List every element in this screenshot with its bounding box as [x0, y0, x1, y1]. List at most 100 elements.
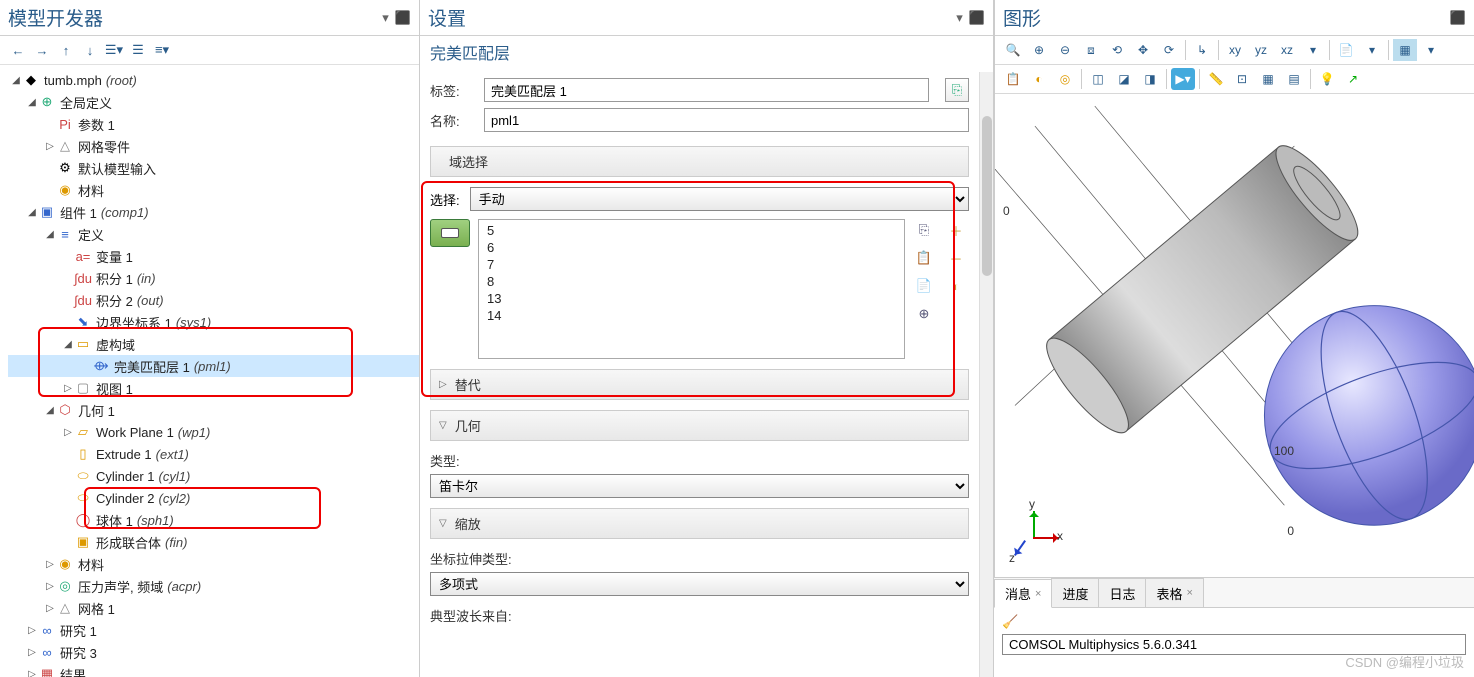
zoom-box-button[interactable]: ⧈ — [1079, 39, 1103, 61]
clip-dd-button[interactable]: ▾ — [1419, 39, 1443, 61]
tree-cyl1[interactable]: ⬭Cylinder 1(cyl1) — [8, 465, 419, 487]
sort-button[interactable]: ≡▾ — [152, 40, 172, 60]
tree-meshparts[interactable]: ▷△网格零件 — [8, 135, 419, 157]
tree-ext1[interactable]: ▯Extrude 1(ext1) — [8, 443, 419, 465]
close-icon[interactable]: × — [1035, 588, 1041, 600]
sel-list-button[interactable]: 📋 — [1001, 68, 1025, 90]
play-button[interactable]: ▶▾ — [1171, 68, 1195, 90]
xy-view-button[interactable]: xy — [1223, 39, 1247, 61]
tree-global[interactable]: ◢⊕全局定义 — [8, 91, 419, 113]
nav-fwd-button[interactable]: → — [32, 40, 52, 60]
nav-down-button[interactable]: ↓ — [80, 40, 100, 60]
tab-progress[interactable]: 进度 — [1051, 578, 1099, 607]
paste-button[interactable]: 📋 — [913, 247, 935, 269]
tree-study1[interactable]: ▷∞研究 1 — [8, 619, 419, 641]
toggle-button[interactable]: ◐ — [945, 275, 967, 297]
pin-icon[interactable]: ⬛ — [1450, 10, 1466, 26]
remove-button[interactable]: － — [945, 247, 967, 269]
pin-icon[interactable]: ⬛ — [969, 10, 985, 26]
tree-params[interactable]: Pi参数 1 — [8, 113, 419, 135]
grid-button[interactable]: ▦ — [1256, 68, 1280, 90]
sel-all-button[interactable]: ◎ — [1053, 68, 1077, 90]
axes-button[interactable]: ▤ — [1282, 68, 1306, 90]
save-img-button[interactable]: 📄 — [1334, 39, 1358, 61]
pan-button[interactable]: ✥ — [1131, 39, 1155, 61]
tree-geom[interactable]: ◢⬡几何 1 — [8, 399, 419, 421]
section-override[interactable]: ▷ 替代 — [430, 369, 969, 400]
xz-view-button[interactable]: xz — [1275, 39, 1299, 61]
trans-button[interactable]: ◨ — [1138, 68, 1162, 90]
tree-comp1[interactable]: ◢▣组件 1(comp1) — [8, 201, 419, 223]
view-dd-button[interactable]: ▾ — [1301, 39, 1325, 61]
copy-button[interactable]: ⎘ — [913, 219, 935, 241]
tree-mesh1[interactable]: ▷△网格 1 — [8, 597, 419, 619]
tree-acpr[interactable]: ▷◎压力声学, 频域(acpr) — [8, 575, 419, 597]
measure-button[interactable]: 📏 — [1204, 68, 1228, 90]
section-scale[interactable]: ▽ 缩放 — [430, 508, 969, 539]
tree-root[interactable]: ◢◆tumb.mph(root) — [8, 69, 419, 91]
snap-button[interactable]: ⊡ — [1230, 68, 1254, 90]
list-item[interactable]: 14 — [483, 307, 900, 324]
list-item[interactable]: 13 — [483, 290, 900, 307]
list-item[interactable]: 8 — [483, 273, 900, 290]
tree-pml1[interactable]: ⟴完美匹配层 1(pml1) — [8, 355, 419, 377]
stretch-select[interactable]: 多项式 — [430, 572, 969, 596]
hide-button[interactable]: ◫ — [1086, 68, 1110, 90]
broom-icon[interactable]: 🧹 — [1002, 614, 1466, 630]
nav-back-button[interactable]: ← — [8, 40, 28, 60]
active-toggle-button[interactable] — [430, 219, 470, 247]
tree-wp1[interactable]: ▷▱Work Plane 1(wp1) — [8, 421, 419, 443]
minimize-icon[interactable]: ▾ — [956, 10, 963, 26]
section-geom[interactable]: ▽ 几何 — [430, 410, 969, 441]
go-button[interactable]: ↳ — [1190, 39, 1214, 61]
name-input[interactable] — [484, 108, 969, 132]
close-icon[interactable]: × — [1187, 587, 1193, 599]
tree-virtual[interactable]: ◢▭虚构域 — [8, 333, 419, 355]
label-input[interactable] — [484, 78, 929, 102]
tree-var1[interactable]: a=变量 1 — [8, 245, 419, 267]
tree-results[interactable]: ▷▦结果 — [8, 663, 419, 677]
collapse-button[interactable]: ☰▾ — [104, 40, 124, 60]
reset-button[interactable]: ⟲ — [1105, 39, 1129, 61]
section-domain[interactable]: 域选择 — [430, 146, 969, 177]
nav-up-button[interactable]: ↑ — [56, 40, 76, 60]
sel-toggle-button[interactable]: ◐ — [1027, 68, 1051, 90]
model-tree[interactable]: ◢◆tumb.mph(root) ◢⊕全局定义 Pi参数 1 ▷△网格零件 ⚙默… — [0, 65, 419, 677]
show-button[interactable]: ◪ — [1112, 68, 1136, 90]
pin-icon[interactable]: ⬛ — [395, 10, 411, 26]
tree-mat[interactable]: ▷◉材料 — [8, 553, 419, 575]
link-button[interactable]: ⎘ — [945, 78, 969, 102]
tree-sph1[interactable]: ◯球体 1(sph1) — [8, 509, 419, 531]
select-dropdown[interactable]: 手动 — [470, 187, 969, 211]
minimize-icon[interactable]: ▾ — [382, 10, 389, 26]
tree-cyl2[interactable]: ⬭Cylinder 2(cyl2) — [8, 487, 419, 509]
yz-view-button[interactable]: yz — [1249, 39, 1273, 61]
save-img-dd-button[interactable]: ▾ — [1360, 39, 1384, 61]
list-item[interactable]: 7 — [483, 256, 900, 273]
clear-button[interactable]: 📄 — [913, 275, 935, 297]
list-item[interactable]: 5 — [483, 222, 900, 239]
tree-default-inputs[interactable]: ⚙默认模型输入 — [8, 157, 419, 179]
tab-messages[interactable]: 消息× — [994, 579, 1052, 608]
tree-fin[interactable]: ▣形成联合体(fin) — [8, 531, 419, 553]
light-button[interactable]: 💡 — [1315, 68, 1339, 90]
tree-definitions[interactable]: ◢≡定义 — [8, 223, 419, 245]
zoom-out-button[interactable]: ⊖ — [1053, 39, 1077, 61]
tree-view1[interactable]: ▷▢视图 1 — [8, 377, 419, 399]
expand-button[interactable]: ☰ — [128, 40, 148, 60]
tree-int2[interactable]: ∫du积分 2(out) — [8, 289, 419, 311]
clip-button[interactable]: ▦ — [1393, 39, 1417, 61]
add-button[interactable]: ＋ — [945, 219, 967, 241]
zoom-sel-button[interactable]: ⊕ — [913, 303, 935, 325]
tree-study3[interactable]: ▷∞研究 3 — [8, 641, 419, 663]
tree-sys1[interactable]: ⬊边界坐标系 1(sys1) — [8, 311, 419, 333]
list-item[interactable]: 6 — [483, 239, 900, 256]
domain-listbox[interactable]: 5 6 7 8 13 14 — [478, 219, 905, 359]
tree-int1[interactable]: ∫du积分 1(in) — [8, 267, 419, 289]
settings-scrollbar[interactable] — [979, 72, 993, 677]
rotate-button[interactable]: ⟳ — [1157, 39, 1181, 61]
type-select[interactable]: 笛卡尔 — [430, 474, 969, 498]
tab-table[interactable]: 表格× — [1145, 578, 1203, 607]
tab-log[interactable]: 日志 — [1098, 578, 1146, 607]
tree-materials[interactable]: ◉材料 — [8, 179, 419, 201]
